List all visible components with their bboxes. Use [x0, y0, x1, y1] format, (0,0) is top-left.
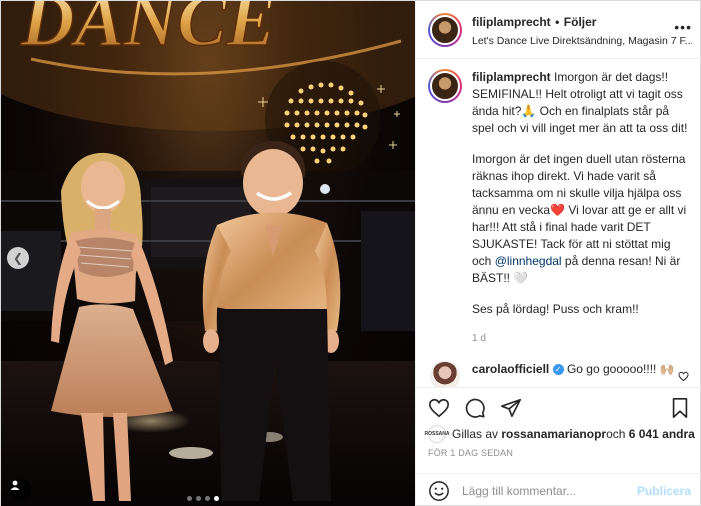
carousel-indicators	[187, 496, 219, 501]
header-separator: •	[555, 14, 560, 29]
caption-timestamp[interactable]: 1 d	[472, 330, 691, 347]
caption-text-2: Imorgon är det ingen duell utan rösterna…	[472, 152, 687, 268]
emoji-icon[interactable]	[428, 480, 450, 502]
likes-count[interactable]: 6 041 andra	[629, 427, 695, 441]
liker-username[interactable]: rossanamarianopr	[501, 427, 606, 441]
bookmark-icon[interactable]	[669, 397, 691, 419]
publish-button[interactable]: Publicera	[637, 484, 691, 498]
tagged-users-button[interactable]	[9, 479, 31, 501]
add-comment-bar: Publicera	[416, 473, 701, 506]
like-comment-icon[interactable]	[678, 369, 689, 387]
carousel-dot-active	[214, 496, 219, 501]
comment-icon[interactable]	[464, 397, 486, 419]
comments-section: filiplamprecht Imorgon är det dags!! SEM…	[416, 59, 701, 387]
post-details-panel: filiplamprecht • Följer Let's Dance Live…	[415, 1, 701, 506]
location-link[interactable]: Let's Dance Live Direktsändning, Magasin…	[472, 35, 692, 47]
carousel-dot	[205, 496, 210, 501]
post-photo[interactable]: DANCE ❮	[1, 1, 415, 506]
caption-username[interactable]: filiplamprecht	[472, 70, 551, 84]
liker-avatar[interactable]: ROSSANA	[425, 425, 450, 443]
verified-badge-icon: ✓	[552, 364, 564, 376]
likes-summary: ROSSANA Gillas av rossanamarianopr och 6…	[425, 425, 695, 443]
comment-avatar[interactable]	[430, 361, 460, 387]
post-actions-bar	[416, 387, 701, 427]
caption-avatar[interactable]	[428, 69, 462, 103]
comment-input[interactable]	[462, 483, 622, 498]
comment-username[interactable]: carolaofficiell	[472, 362, 549, 376]
chevron-left-icon: ❮	[12, 251, 24, 265]
avatar[interactable]	[428, 12, 462, 47]
carousel-dot	[196, 496, 201, 501]
caption-text-4: Ses på lördag! Puss och kram!!	[472, 302, 639, 316]
caption: filiplamprecht Imorgon är det dags!! SEM…	[428, 69, 691, 347]
comment-text: Go go gooooo!!!! 🙌🏼	[566, 362, 675, 376]
likes-mid: och	[606, 427, 626, 441]
dance-logo-text: DANCE	[20, 1, 276, 62]
post-header: filiplamprecht • Följer Let's Dance Live…	[416, 1, 701, 59]
post-date[interactable]: FÖR 1 DAG SEDAN	[428, 448, 513, 458]
carousel-prev-button[interactable]: ❮	[7, 247, 29, 269]
instagram-post-modal: DANCE ❮ filiplamprecht • Följer Let's Da…	[0, 0, 701, 506]
photo-illustration: DANCE	[1, 1, 415, 506]
comment-item: carolaofficiell ✓ Go go gooooo!!!! 🙌🏼	[428, 361, 691, 387]
user-icon	[10, 480, 20, 490]
header-username[interactable]: filiplamprecht	[472, 15, 551, 29]
likes-prefix: Gillas av	[452, 427, 499, 441]
mention-link[interactable]: @linnhegdal	[495, 254, 562, 268]
more-options-icon[interactable]: •••	[674, 19, 692, 35]
share-icon[interactable]	[500, 397, 522, 419]
carousel-dot	[187, 496, 192, 501]
follow-status-button[interactable]: Följer	[564, 15, 597, 29]
heart-icon[interactable]	[428, 397, 450, 419]
